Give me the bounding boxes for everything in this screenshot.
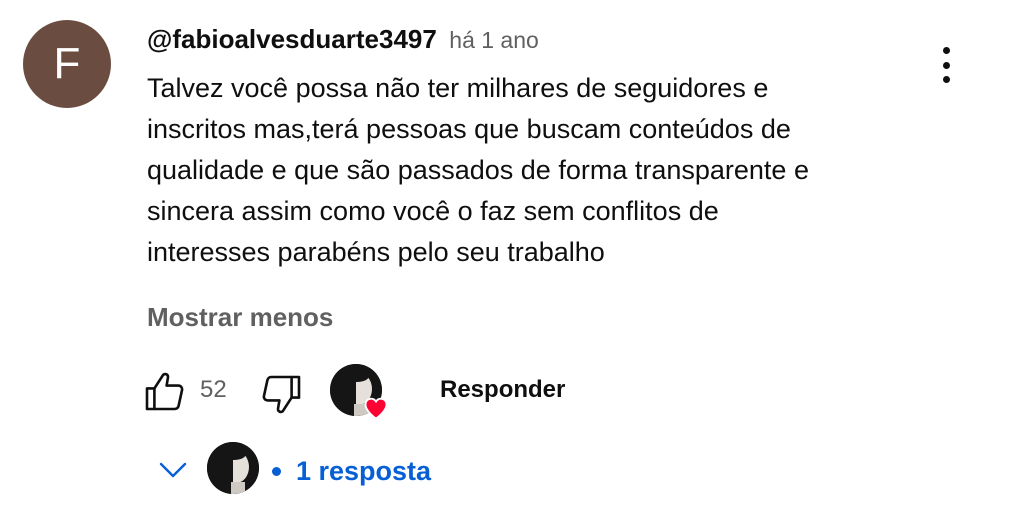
creator-heart-badge [330, 364, 388, 420]
like-count: 52 [200, 376, 227, 403]
replies-toggle[interactable]: 1 resposta [150, 438, 550, 498]
comment-timestamp[interactable]: há 1 ano [449, 27, 539, 53]
comment-actions: 52 Responder [140, 362, 840, 420]
comment-text: Talvez você possa não ter milhares de se… [147, 68, 917, 273]
author-avatar[interactable]: F [23, 20, 111, 108]
thumb-up-icon[interactable] [140, 368, 188, 416]
comment-thread: F @fabioalvesduarte3497 há 1 ano Talvez … [0, 0, 1026, 524]
comment-text-line: Talvez você possa não ter milhares de se… [147, 73, 769, 103]
separator-dot [272, 467, 281, 476]
chevron-down-icon[interactable] [158, 460, 188, 480]
menu-dot [942, 47, 950, 54]
show-less-button[interactable]: Mostrar menos [147, 302, 333, 333]
avatar-letter: F [53, 39, 81, 88]
reply-count-link[interactable]: 1 resposta [296, 456, 431, 487]
comment-text-line: inscritos mas,terá pessoas que buscam co… [147, 114, 791, 144]
comment-text-line: sincera assim como você o faz sem confli… [147, 196, 719, 226]
heart-icon [364, 397, 388, 420]
menu-dot [942, 76, 950, 83]
thumb-down-icon[interactable] [258, 370, 306, 418]
comment-header: @fabioalvesduarte3497 há 1 ano [147, 24, 539, 55]
comment-text-line: qualidade e que são passados de forma tr… [147, 155, 809, 185]
comment-text-line: interesses parabéns pelo seu trabalho [147, 237, 605, 267]
reply-button[interactable]: Responder [440, 376, 565, 404]
more-vert-icon[interactable] [926, 40, 966, 90]
menu-dot [942, 61, 950, 69]
reply-author-avatar [207, 442, 259, 494]
author-name[interactable]: @fabioalvesduarte3497 [147, 24, 437, 54]
